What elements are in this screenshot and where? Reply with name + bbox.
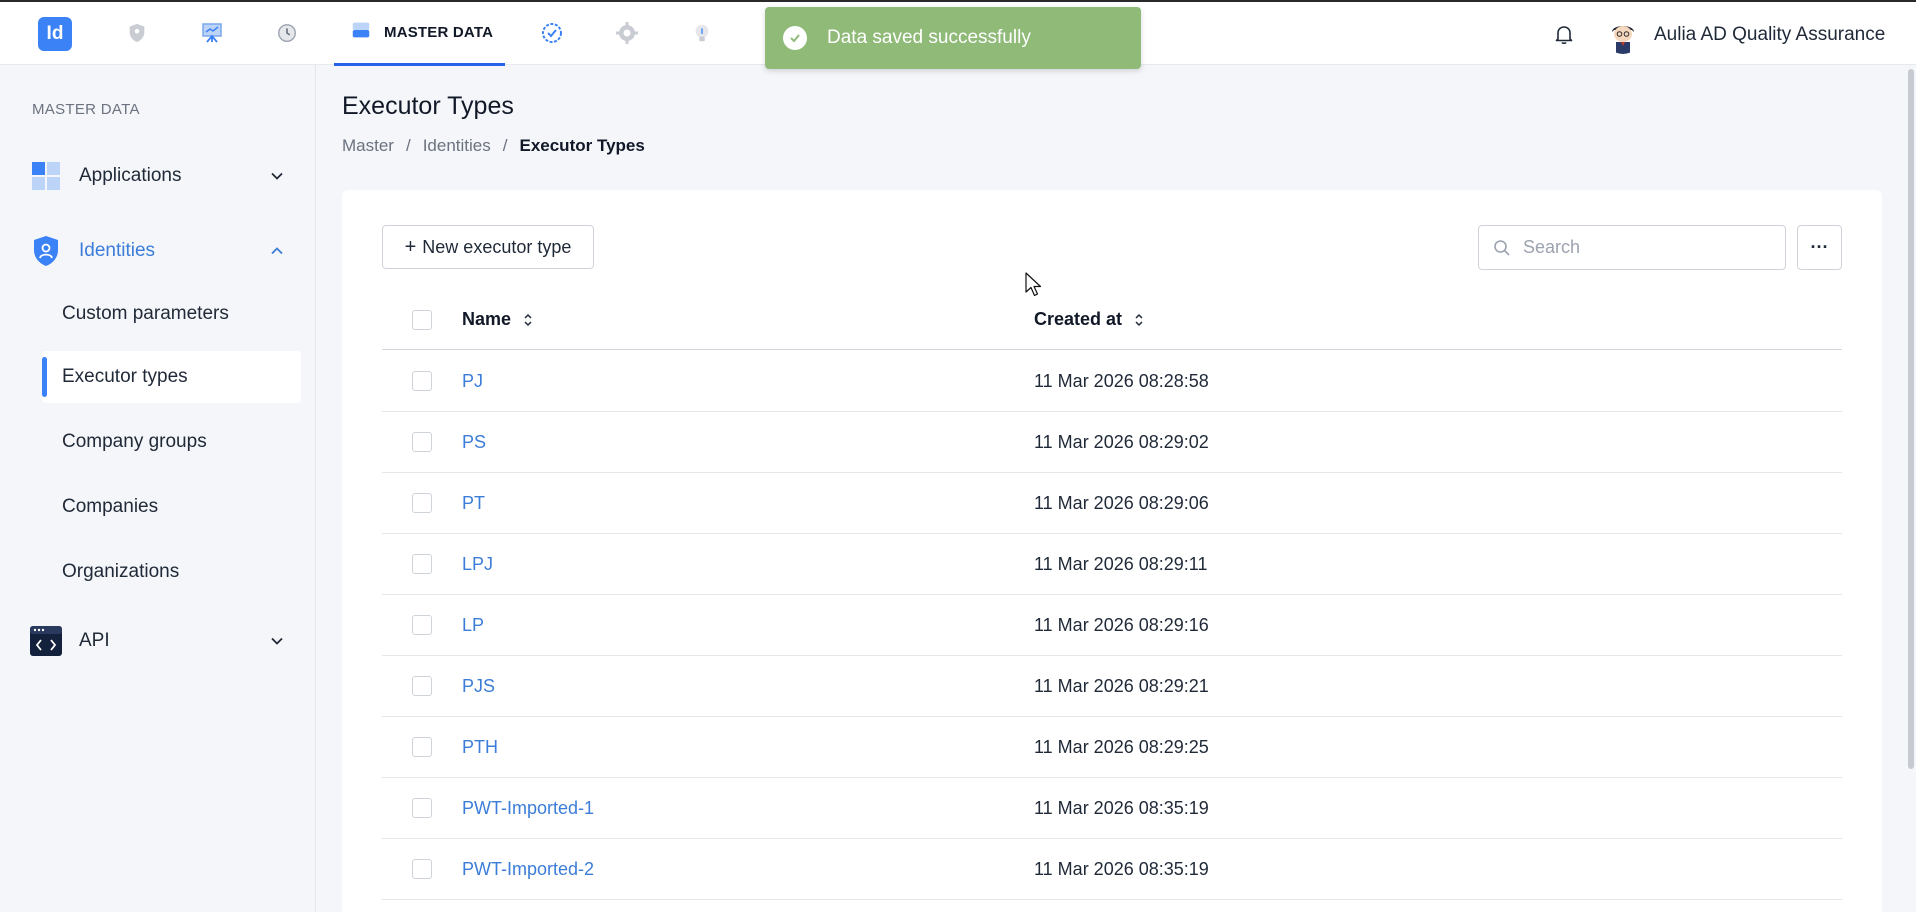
row-checkbox[interactable] — [412, 554, 432, 574]
success-toast: Data saved successfully — [765, 7, 1141, 69]
scrollbar-thumb[interactable] — [1908, 69, 1914, 769]
sort-icon[interactable] — [523, 312, 533, 328]
breadcrumb-link-identities[interactable]: Identities — [423, 136, 491, 156]
table-row[interactable]: PJS 11 Mar 2026 08:29:21 — [382, 656, 1842, 717]
created-at-value: 11 Mar 2026 08:35:19 — [1034, 858, 1209, 879]
sidebar-group-applications[interactable]: Applications — [30, 153, 294, 199]
table-row[interactable]: PTH 11 Mar 2026 08:29:25 — [382, 717, 1842, 778]
user-name[interactable]: Aulia AD Quality Assurance — [1654, 24, 1885, 46]
sidebar: MASTER DATA Applications Identities Cust… — [0, 65, 316, 912]
created-at-value: 11 Mar 2026 08:35:19 — [1034, 797, 1209, 818]
executor-type-name-link[interactable]: PTH — [462, 737, 498, 758]
new-executor-type-button[interactable]: + New executor type — [382, 225, 594, 269]
search-box[interactable] — [1478, 225, 1786, 270]
sidebar-item-organizations[interactable]: Organizations — [42, 546, 301, 598]
row-checkbox[interactable] — [412, 676, 432, 696]
nav-master-data-label: MASTER DATA — [384, 24, 494, 41]
plus-icon: + — [404, 235, 417, 258]
executor-type-name-link[interactable]: PWT-Imported-1 — [462, 798, 594, 819]
created-at-value: 11 Mar 2026 08:29:25 — [1034, 736, 1209, 757]
nav-history-icon[interactable] — [274, 20, 300, 46]
select-all-checkbox[interactable] — [412, 309, 432, 330]
table-header: Name Created at — [382, 290, 1842, 350]
breadcrumb: Master / Identities / Executor Types — [342, 136, 645, 156]
shield-user-icon — [30, 235, 62, 267]
row-checkbox[interactable] — [412, 371, 432, 391]
search-icon — [1493, 239, 1511, 257]
sidebar-group-label: Identities — [79, 240, 156, 261]
table-row[interactable]: LPJ 11 Mar 2026 08:29:11 — [382, 534, 1842, 595]
chevron-down-icon[interactable] — [268, 632, 286, 650]
executor-type-name-link[interactable]: PT — [462, 493, 485, 514]
breadcrumb-separator: / — [405, 136, 411, 155]
column-header-name[interactable]: Name — [462, 309, 511, 330]
breadcrumb-separator: / — [502, 136, 508, 155]
table-row[interactable]: PS 11 Mar 2026 08:29:02 — [382, 412, 1842, 473]
row-checkbox[interactable] — [412, 432, 432, 452]
executor-type-name-link[interactable]: PS — [462, 432, 486, 453]
table-row[interactable]: PT 11 Mar 2026 08:29:06 — [382, 473, 1842, 534]
table-row[interactable]: PWT-Imported-2 11 Mar 2026 08:35:19 — [382, 839, 1842, 900]
executor-type-name-link[interactable]: PJ — [462, 371, 483, 392]
executor-type-name-link[interactable]: LP — [462, 615, 484, 636]
nav-master-data-tab[interactable]: MASTER DATA — [334, 2, 505, 66]
nav-gear-icon[interactable] — [614, 20, 640, 46]
created-at-value: 11 Mar 2026 08:28:58 — [1034, 370, 1209, 391]
sidebar-group-api[interactable]: API — [30, 618, 294, 664]
app-logo[interactable]: Id — [38, 17, 72, 51]
table-row[interactable]: PJ 11 Mar 2026 08:28:58 — [382, 351, 1842, 412]
nav-presentation-icon[interactable] — [199, 20, 225, 46]
notification-bell-icon[interactable] — [1552, 22, 1578, 48]
user-avatar[interactable] — [1604, 16, 1642, 54]
row-checkbox[interactable] — [412, 798, 432, 818]
sidebar-item-executor-types[interactable]: Executor types — [42, 351, 301, 403]
mouse-cursor-icon — [1025, 272, 1043, 298]
column-header-created-at[interactable]: Created at — [1034, 309, 1122, 330]
chevron-down-icon[interactable] — [268, 167, 286, 185]
row-checkbox[interactable] — [412, 859, 432, 879]
check-icon — [783, 26, 807, 50]
sidebar-item-company-groups[interactable]: Company groups — [42, 416, 301, 468]
nav-check-circle-icon[interactable] — [539, 20, 565, 46]
executor-type-name-link[interactable]: PWT-Imported-2 — [462, 859, 594, 880]
chevron-up-icon[interactable] — [268, 242, 286, 260]
more-options-button[interactable]: ··· — [1797, 225, 1842, 270]
created-at-value: 11 Mar 2026 08:29:02 — [1034, 431, 1209, 452]
table-row[interactable]: LP 11 Mar 2026 08:29:16 — [382, 595, 1842, 656]
page-scrollbar[interactable] — [1906, 65, 1916, 912]
row-checkbox[interactable] — [412, 737, 432, 757]
executor-types-card: + New executor type ··· Name Created at … — [342, 190, 1882, 912]
code-window-icon — [30, 625, 62, 657]
sort-icon[interactable] — [1134, 312, 1144, 328]
nav-lightbulb-icon[interactable] — [689, 20, 715, 46]
new-executor-type-label: New executor type — [422, 236, 572, 257]
sidebar-group-label: API — [79, 630, 110, 651]
created-at-value: 11 Mar 2026 08:29:21 — [1034, 675, 1209, 696]
created-at-value: 11 Mar 2026 08:29:06 — [1034, 492, 1209, 513]
grid-icon — [30, 160, 62, 192]
sidebar-group-identities[interactable]: Identities — [30, 228, 294, 274]
page-title: Executor Types — [342, 92, 514, 120]
sidebar-section-title: MASTER DATA — [32, 101, 140, 118]
executor-type-name-link[interactable]: LPJ — [462, 554, 493, 575]
search-input[interactable] — [1523, 237, 1763, 258]
row-checkbox[interactable] — [412, 493, 432, 513]
nav-shield-icon[interactable] — [124, 20, 150, 46]
table-row[interactable]: PWT-Imported-1 11 Mar 2026 08:35:19 — [382, 778, 1842, 839]
executor-type-name-link[interactable]: PJS — [462, 676, 495, 697]
database-icon — [350, 19, 372, 46]
created-at-value: 11 Mar 2026 08:29:11 — [1034, 553, 1208, 574]
toast-message: Data saved successfully — [827, 27, 1031, 48]
sidebar-group-label: Applications — [79, 165, 182, 186]
breadcrumb-link-master[interactable]: Master — [342, 136, 394, 156]
row-checkbox[interactable] — [412, 615, 432, 635]
sidebar-item-companies[interactable]: Companies — [42, 481, 301, 533]
sidebar-item-custom-parameters[interactable]: Custom parameters — [42, 288, 301, 340]
created-at-value: 11 Mar 2026 08:29:16 — [1034, 614, 1209, 635]
breadcrumb-current: Executor Types — [519, 136, 645, 155]
